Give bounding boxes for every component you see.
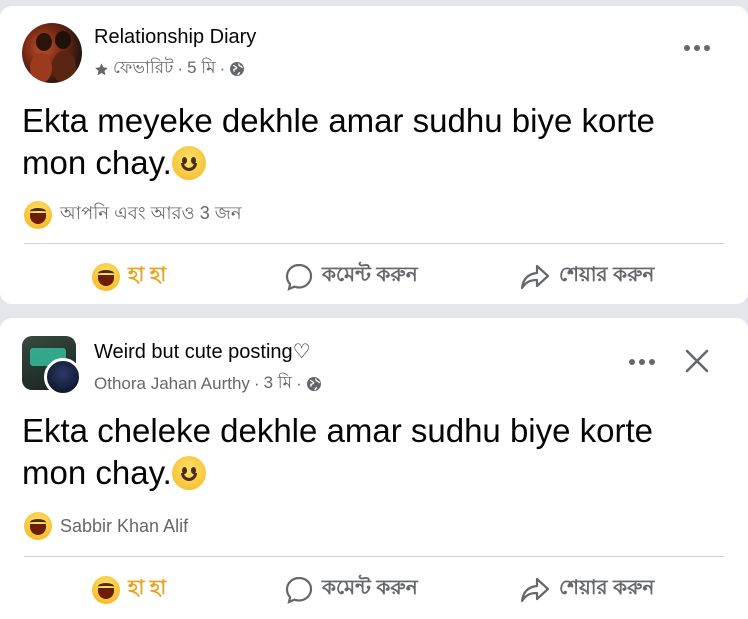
page-avatar[interactable] <box>22 23 82 83</box>
separator: · <box>253 374 260 393</box>
react-button[interactable]: হা হা <box>92 573 166 606</box>
comment-icon <box>285 263 313 291</box>
more-options-icon[interactable] <box>624 350 660 374</box>
post-text-line: Ekta meyeke dekhle amar sudhu biye korte <box>22 102 655 139</box>
comment-button[interactable]: কমেন্ট করুন <box>284 260 418 293</box>
author-name[interactable]: Othora Jahan Aurthy <box>94 374 250 394</box>
comment-button[interactable]: কমেন্ট করুন <box>284 573 418 606</box>
react-button[interactable]: হা হা <box>92 260 166 293</box>
globe-icon <box>230 62 245 76</box>
post-text: Ekta meyeke dekhle amar sudhu biye korte… <box>22 100 722 184</box>
post-time[interactable]: 3 মি <box>264 370 292 398</box>
post-time[interactable]: 5 মি <box>187 55 215 83</box>
more-options-icon[interactable] <box>679 36 715 60</box>
post-card: Relationship Diary ফেভারিট · 5 মি · Ekta… <box>0 6 748 304</box>
share-icon <box>520 577 550 602</box>
separator: · <box>219 59 226 78</box>
close-icon[interactable] <box>678 342 716 380</box>
comment-label: কমেন্ট করুন <box>322 264 418 286</box>
divider <box>24 243 724 244</box>
post-meta: ফেভারিট · 5 মি · <box>94 55 245 83</box>
share-icon <box>520 264 550 289</box>
react-label: হা হা <box>128 577 167 599</box>
reaction-summary-text: আপনি এবং আরও 3 জন <box>60 203 242 223</box>
post-text-line: Ekta cheleke dekhle amar sudhu biye kort… <box>22 412 654 449</box>
share-button[interactable]: শেয়ার করুন <box>519 260 654 293</box>
post-text-line-end: mon chay. <box>22 454 172 491</box>
post-meta: Othora Jahan Aurthy · 3 মি · <box>94 370 322 398</box>
reaction-summary-text: Sabbir Khan Alif <box>60 515 189 536</box>
page-name[interactable]: Relationship Diary <box>94 26 256 49</box>
separator: · <box>296 374 302 393</box>
comment-label: কমেন্ট করুন <box>322 577 418 599</box>
post-text-line-end: mon chay. <box>22 144 172 181</box>
post-text-line: mon chay. <box>22 452 722 494</box>
divider <box>24 556 724 557</box>
smile-emoji-icon <box>171 146 206 180</box>
reaction-summary[interactable]: আপনি এবং আরও 3 জন <box>24 199 242 230</box>
share-label: শেয়ার করুন <box>559 264 655 286</box>
post-card: Weird but cute posting♡ Othora Jahan Aur… <box>0 318 748 619</box>
meta-label[interactable]: ফেভারিট <box>113 55 173 83</box>
share-button[interactable]: শেয়ার করুন <box>519 573 654 606</box>
react-label: হা হা <box>128 264 167 286</box>
separator: · <box>177 59 184 78</box>
haha-reaction-icon <box>92 262 120 291</box>
comment-icon <box>285 576 313 604</box>
post-text-line: mon chay. <box>22 142 722 184</box>
star-icon <box>95 62 108 75</box>
haha-reaction-icon <box>92 575 120 604</box>
post-text: Ekta cheleke dekhle amar sudhu biye kort… <box>22 410 722 494</box>
author-avatar[interactable] <box>44 358 82 396</box>
share-label: শেয়ার করুন <box>559 577 655 599</box>
smile-emoji-icon <box>171 456 206 490</box>
group-name[interactable]: Weird but cute posting♡ <box>94 339 311 364</box>
haha-reaction-icon <box>24 200 52 229</box>
reaction-summary[interactable]: Sabbir Khan Alif <box>24 512 188 540</box>
haha-reaction-icon <box>24 512 52 540</box>
globe-icon <box>306 377 321 391</box>
